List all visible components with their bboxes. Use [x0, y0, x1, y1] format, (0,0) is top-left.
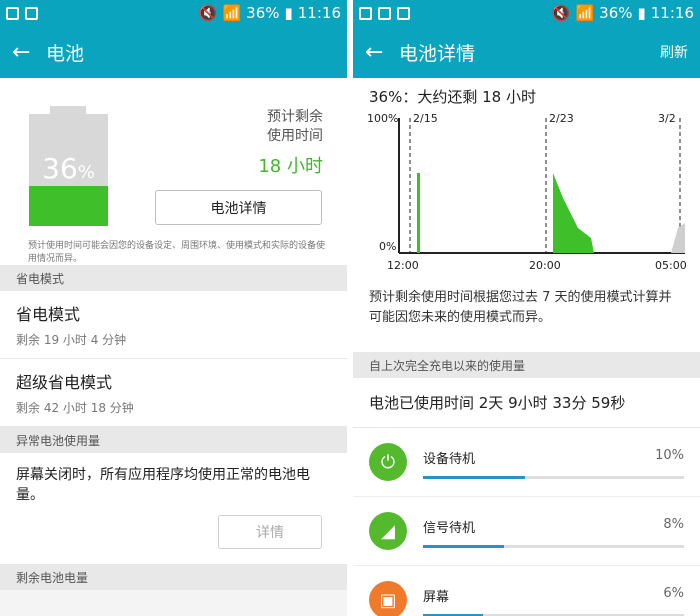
- section-header-remaining: 剩余电池电量: [0, 564, 347, 590]
- battery-summary-card: 36% 预计剩余 使用时间 18 小时 电池详情 预计使用时间可能会因您的设备设…: [0, 78, 347, 265]
- battery-chart-svg: 100% 0% 2/15 2/23 3/2 12:00 20:00 05:00: [367, 112, 687, 272]
- usage-spike: [417, 173, 420, 253]
- estimate-note: 预计使用时间可能会因您的设备设定、周围环境、使用模式和实际的设备使用情况而异。: [28, 241, 326, 264]
- power-icon: ⏻: [369, 443, 407, 481]
- status-battery-pct: 36%: [599, 4, 633, 22]
- usage-bar-track: [423, 545, 684, 548]
- y-tick-label: 100%: [367, 112, 398, 125]
- mute-icon: 🔇: [551, 4, 571, 22]
- estimate-value: 18 小时: [258, 156, 323, 177]
- notification-icon: [359, 6, 372, 20]
- usage-percent: 6%: [663, 586, 684, 601]
- usage-bar-fill: [423, 476, 525, 479]
- usage-name: 屏幕: [423, 590, 450, 605]
- status-bar: 🔇 📶 36% ▮ 11:16: [353, 0, 700, 26]
- x-tick-label: 20:00: [529, 259, 561, 272]
- power-saving-mode-item[interactable]: 省电模式 剩余 19 小时 4 分钟: [0, 291, 347, 359]
- usage-row-cell-standby[interactable]: ◢ 信号待机 8%: [353, 497, 700, 566]
- usage-row-screen[interactable]: ▣ 屏幕 6%: [353, 566, 700, 616]
- battery-usage-chart: 100% 0% 2/15 2/23 3/2 12:00 20:00 05:00: [353, 108, 700, 278]
- x-tick-label: 05:00: [655, 259, 687, 272]
- date-marker-label: 2/23: [549, 112, 574, 125]
- ultra-power-saving-mode-item[interactable]: 超级省电模式 剩余 42 小时 18 分钟: [0, 359, 347, 427]
- back-arrow-icon[interactable]: ←: [12, 40, 38, 65]
- estimate-label-line2: 使用时间: [267, 128, 323, 144]
- section-header-since-charge: 自上次完全充电以来的使用量: [353, 352, 700, 378]
- item-title: 超级省电模式: [16, 373, 113, 392]
- wifi-icon: 📶: [575, 4, 595, 22]
- item-title: 省电模式: [16, 305, 81, 324]
- date-marker-label: 2/15: [413, 112, 438, 125]
- usage-area-projected: [671, 223, 685, 253]
- battery-percentage: 36%: [29, 152, 108, 185]
- page-title: 电池详情: [399, 42, 476, 65]
- section-header-power-saving: 省电模式: [0, 265, 347, 291]
- y-tick-label: 0%: [379, 240, 396, 253]
- item-subtitle: 剩余 42 小时 18 分钟: [16, 401, 134, 415]
- battery-percentage-value: 36: [42, 152, 78, 185]
- abnormal-usage-text: 屏幕关闭时，所有应用程序均使用正常的电池电量。: [16, 467, 310, 503]
- battery-details-screen: 🔇 📶 36% ▮ 11:16 ← 电池详情 刷新 36%：大约还剩 18 小时…: [353, 0, 700, 616]
- notification-icon: [6, 6, 19, 20]
- app-bar: ← 电池: [0, 26, 347, 78]
- total-usage-time: 电池已使用时间 2天 9小时 33分 59秒: [353, 378, 700, 428]
- usage-name: 信号待机: [423, 521, 476, 536]
- estimate-label: 预计剩余 使用时间: [203, 108, 323, 146]
- status-time: 11:16: [297, 4, 341, 22]
- notification-icon: [25, 6, 38, 20]
- mute-icon: 🔇: [198, 4, 218, 22]
- status-bar: 🔇 📶 36% ▮ 11:16: [0, 0, 347, 26]
- battery-fill: [29, 185, 108, 226]
- usage-bar-fill: [423, 545, 504, 548]
- usage-percent: 10%: [655, 448, 684, 463]
- date-marker-label: 3/2: [658, 112, 676, 125]
- section-header-abnormal-usage: 异常电池使用量: [0, 427, 347, 453]
- abnormal-usage-card: 屏幕关闭时，所有应用程序均使用正常的电池电量。 详情: [0, 453, 347, 564]
- refresh-button[interactable]: 刷新: [660, 42, 688, 62]
- battery-graphic: 36%: [29, 114, 108, 226]
- battery-percentage-sign: %: [77, 162, 95, 183]
- wifi-icon: 📶: [222, 4, 242, 22]
- screen-icon: ▣: [369, 581, 407, 616]
- battery-cap: [50, 106, 86, 114]
- item-subtitle: 剩余 19 小时 4 分钟: [16, 333, 127, 347]
- usage-percent: 8%: [663, 517, 684, 532]
- notification-icon: [397, 6, 410, 20]
- battery-status-line: 36%：大约还剩 18 小时: [369, 88, 536, 106]
- usage-bar-track: [423, 476, 684, 479]
- estimate-description: 预计剩余使用时间根据您过去 7 天的使用模式计算并可能因您未来的使用模式而异。: [369, 290, 672, 325]
- battery-icon: ▮: [637, 4, 646, 22]
- abnormal-details-button[interactable]: 详情: [218, 515, 322, 549]
- usage-name: 设备待机: [423, 452, 476, 467]
- back-arrow-icon[interactable]: ←: [365, 40, 391, 65]
- app-bar: ← 电池详情 刷新: [353, 26, 700, 78]
- battery-details-button[interactable]: 电池详情: [155, 190, 322, 225]
- notification-icon: [378, 6, 391, 20]
- status-battery-pct: 36%: [246, 4, 280, 22]
- status-time: 11:16: [650, 4, 694, 22]
- battery-screen: 🔇 📶 36% ▮ 11:16 ← 电池 36% 预计剩余 使用时间 18 小时…: [0, 0, 347, 616]
- signal-icon: ◢: [369, 512, 407, 550]
- estimate-label-line1: 预计剩余: [267, 109, 323, 125]
- battery-icon: ▮: [284, 4, 293, 22]
- usage-row-device-standby[interactable]: ⏻ 设备待机 10%: [353, 428, 700, 497]
- page-title: 电池: [46, 42, 85, 65]
- x-tick-label: 12:00: [387, 259, 419, 272]
- usage-area: [553, 173, 594, 253]
